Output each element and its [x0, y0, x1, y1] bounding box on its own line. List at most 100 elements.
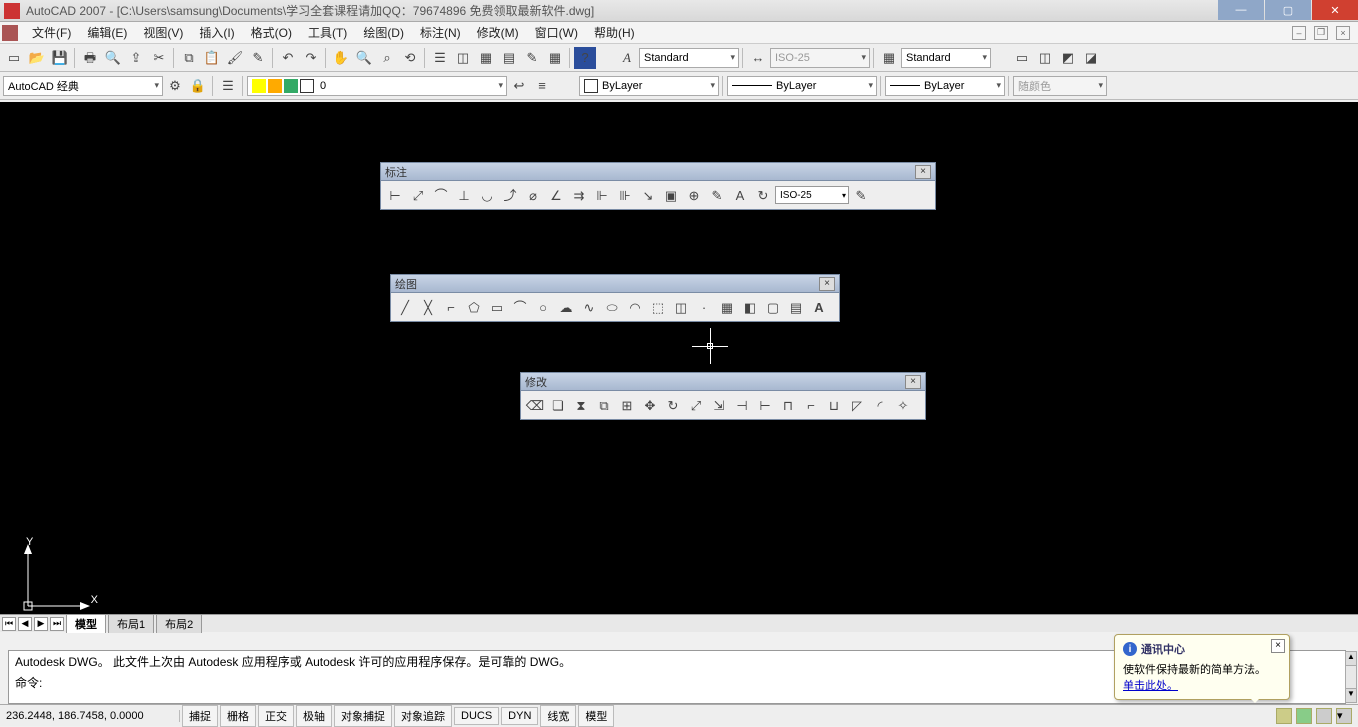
- table-style-combo[interactable]: Standard: [901, 48, 991, 68]
- line-button[interactable]: ╱: [394, 296, 416, 318]
- command-scrollbar[interactable]: ▲ ▼: [1345, 651, 1357, 703]
- dim-baseline-button[interactable]: ⊩: [591, 184, 613, 206]
- mirror-button[interactable]: ⧗: [570, 394, 592, 416]
- tray-comm-icon[interactable]: [1276, 708, 1292, 724]
- ellipse-arc-button[interactable]: ◠: [624, 296, 646, 318]
- menu-window[interactable]: 窗口(W): [527, 22, 586, 43]
- doc-restore-button[interactable]: ❐: [1314, 26, 1328, 40]
- window-minimize-button[interactable]: —: [1218, 0, 1264, 20]
- offset-button[interactable]: ⧉: [593, 394, 615, 416]
- point-button[interactable]: ·: [693, 296, 715, 318]
- status-grid-toggle[interactable]: 栅格: [220, 705, 256, 727]
- plot-button[interactable]: 🖶: [79, 47, 101, 69]
- status-snap-toggle[interactable]: 捕捉: [182, 705, 218, 727]
- plot-preview-button[interactable]: 🔍: [102, 47, 124, 69]
- status-model-toggle[interactable]: 模型: [578, 705, 614, 727]
- menu-insert[interactable]: 插入(I): [191, 22, 242, 43]
- dimstyle-icon[interactable]: ↔: [747, 47, 769, 69]
- array-button[interactable]: ⊞: [616, 394, 638, 416]
- move-button[interactable]: ✥: [639, 394, 661, 416]
- doc-close-button[interactable]: ×: [1336, 26, 1350, 40]
- dim-tolerance-button[interactable]: ▣: [660, 184, 682, 206]
- menu-tools[interactable]: 工具(T): [300, 22, 355, 43]
- modify-toolbar-close-button[interactable]: ×: [905, 375, 921, 389]
- dim-style-combo[interactable]: ISO-25: [775, 186, 849, 204]
- layer-combo[interactable]: 0: [247, 76, 507, 96]
- window-close-button[interactable]: ✕: [1312, 0, 1358, 20]
- status-coordinates[interactable]: 236.2448, 186.7458, 0.0000: [0, 710, 180, 722]
- erase-button[interactable]: ⌫: [524, 394, 546, 416]
- quickcalc-button[interactable]: ▦: [544, 47, 566, 69]
- dim-radius-button[interactable]: ◡: [476, 184, 498, 206]
- break-at-point-button[interactable]: ⊓: [777, 394, 799, 416]
- tab-first-button[interactable]: ⏮: [2, 617, 16, 631]
- dim-angular-button[interactable]: ∠: [545, 184, 567, 206]
- gradient-button[interactable]: ◧: [739, 296, 761, 318]
- color-combo[interactable]: ByLayer: [579, 76, 719, 96]
- draw-toolbar-titlebar[interactable]: 绘图 ×: [391, 275, 839, 293]
- mtext-button[interactable]: A: [808, 296, 830, 318]
- status-ortho-toggle[interactable]: 正交: [258, 705, 294, 727]
- dimension-toolbar-close-button[interactable]: ×: [915, 165, 931, 179]
- tab-layout2[interactable]: 布局2: [156, 614, 202, 633]
- scroll-up-button[interactable]: ▲: [1346, 652, 1356, 666]
- join-button[interactable]: ⊔: [823, 394, 845, 416]
- balloon-close-button[interactable]: ×: [1271, 639, 1285, 653]
- menu-help[interactable]: 帮助(H): [586, 22, 643, 43]
- tab-last-button[interactable]: ⏭: [50, 617, 64, 631]
- window-maximize-button[interactable]: ▢: [1265, 0, 1311, 20]
- plotstyle-combo[interactable]: 随颜色: [1013, 76, 1107, 96]
- tray-clean-icon[interactable]: [1316, 708, 1332, 724]
- dim-continue-button[interactable]: ⊪: [614, 184, 636, 206]
- match-properties-button[interactable]: 🖌: [224, 47, 246, 69]
- menu-dimension[interactable]: 标注(N): [412, 22, 469, 43]
- markup-button[interactable]: ✎: [521, 47, 543, 69]
- tray-lock-icon[interactable]: [1296, 708, 1312, 724]
- status-otrack-toggle[interactable]: 对象追踪: [394, 705, 452, 727]
- modify-toolbar-titlebar[interactable]: 修改 ×: [521, 373, 925, 391]
- insert-block-button[interactable]: ⬚: [647, 296, 669, 318]
- xline-button[interactable]: ╳: [417, 296, 439, 318]
- save-button[interactable]: 💾: [49, 47, 71, 69]
- status-lwt-toggle[interactable]: 线宽: [540, 705, 576, 727]
- revcloud-button[interactable]: ☁: [555, 296, 577, 318]
- scale-button[interactable]: ⤢: [685, 394, 707, 416]
- tab-next-button[interactable]: ▶: [34, 617, 48, 631]
- extend-button[interactable]: ⊢: [754, 394, 776, 416]
- textstyle-icon[interactable]: A: [616, 47, 638, 69]
- stretch-button[interactable]: ⇲: [708, 394, 730, 416]
- scroll-down-button[interactable]: ▼: [1346, 688, 1356, 702]
- open-button[interactable]: 📂: [26, 47, 48, 69]
- chamfer-button[interactable]: ◸: [846, 394, 868, 416]
- viewport-clip-button[interactable]: ◪: [1080, 47, 1102, 69]
- layer-manager-button[interactable]: ☰: [217, 75, 239, 97]
- workspace-settings-button[interactable]: ⚙: [164, 75, 186, 97]
- dim-aligned-button[interactable]: ⤢: [407, 184, 429, 206]
- layer-previous-button[interactable]: ↩: [508, 75, 530, 97]
- workspace-combo[interactable]: AutoCAD 经典: [3, 76, 163, 96]
- copy-object-button[interactable]: ❏: [547, 394, 569, 416]
- linetype-combo[interactable]: ByLayer: [727, 76, 877, 96]
- viewport-single-button[interactable]: ▭: [1011, 47, 1033, 69]
- dim-style-combo[interactable]: ISO-25: [770, 48, 870, 68]
- zoom-realtime-button[interactable]: 🔍: [353, 47, 375, 69]
- polygon-button[interactable]: ⬠: [463, 296, 485, 318]
- dim-leader-button[interactable]: ↘: [637, 184, 659, 206]
- status-osnap-toggle[interactable]: 对象捕捉: [334, 705, 392, 727]
- dim-jogged-button[interactable]: ⤴: [499, 184, 521, 206]
- doc-minimize-button[interactable]: –: [1292, 26, 1306, 40]
- status-polar-toggle[interactable]: 极轴: [296, 705, 332, 727]
- dim-update-button[interactable]: ↻: [752, 184, 774, 206]
- dim-textedit-button[interactable]: A: [729, 184, 751, 206]
- table-button[interactable]: ▤: [785, 296, 807, 318]
- draw-toolbar[interactable]: 绘图 × ╱ ╳ ⌐ ⬠ ▭ ⌒ ○ ☁ ∿ ⬭ ◠ ⬚ ◫ · ▦ ◧ ▢ ▤…: [390, 274, 840, 322]
- undo-button[interactable]: ↶: [277, 47, 299, 69]
- balloon-link[interactable]: 单击此处。: [1123, 680, 1178, 692]
- status-dyn-toggle[interactable]: DYN: [501, 707, 538, 725]
- tab-layout1[interactable]: 布局1: [108, 614, 154, 633]
- new-button[interactable]: ▭: [3, 47, 25, 69]
- menu-view[interactable]: 视图(V): [135, 22, 191, 43]
- sheet-set-button[interactable]: ▤: [498, 47, 520, 69]
- text-style-combo[interactable]: Standard: [639, 48, 739, 68]
- make-block-button[interactable]: ◫: [670, 296, 692, 318]
